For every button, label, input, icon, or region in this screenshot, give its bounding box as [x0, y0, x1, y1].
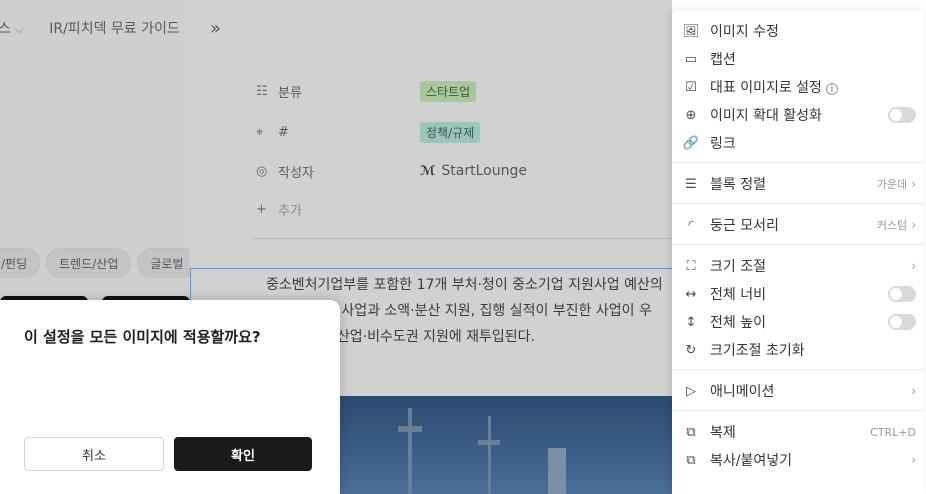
property-tags-value[interactable]: 정책/규제	[420, 120, 481, 144]
menu-item-rounded-corners[interactable]: ◜ 둥근 모서리 커스텀 ›	[672, 212, 924, 238]
nav-item-ir-guide[interactable]: IR/피치덱 무료 가이드	[49, 18, 180, 38]
image-block[interactable]	[338, 396, 672, 494]
dialog-title: 이 설정을 모든 이미지에 적용할까요?	[24, 328, 261, 346]
menu-item-copy-paste[interactable]: ⧉ 복사/붙여넣기 ›	[672, 447, 924, 473]
menu-divider	[672, 410, 924, 411]
reset-icon: ↻	[685, 342, 697, 358]
add-property-button[interactable]: + 추가	[256, 197, 302, 221]
chevron-right-icon: ›	[911, 453, 916, 467]
play-icon: ▷	[686, 383, 696, 399]
menu-item-duplicate[interactable]: ⧉ 복제 CTRL+D	[672, 419, 924, 445]
nav-item-services[interactable]: 스 ⌵	[0, 18, 23, 38]
tab-funding[interactable]: /펀딩	[0, 248, 41, 278]
rounded-corner-icon: ◜	[688, 217, 694, 233]
person-icon: ◎	[256, 163, 268, 179]
menu-item-align[interactable]: ☰ 블록 정렬 가운데 ›	[672, 171, 924, 197]
apply-all-dialog: 이 설정을 모든 이미지에 적용할까요? 취소 확인	[0, 300, 340, 494]
info-icon: i	[825, 82, 838, 95]
plus-icon: +	[256, 201, 267, 217]
menu-divider	[672, 369, 924, 370]
policy-tag: 정책/규제	[420, 121, 481, 143]
link-icon: 🔗	[682, 135, 700, 151]
author-logo: ℳ	[420, 163, 436, 179]
align-center-icon: ☰	[685, 176, 697, 192]
menu-item-reset-size[interactable]: ↻ 크기조절 초기화	[672, 337, 924, 363]
menu-item-resize[interactable]: ⛶ 크기 조절 ›	[672, 253, 924, 279]
property-author[interactable]: ◎ 작성자	[256, 159, 314, 183]
category-tag: 스타트업	[420, 80, 477, 102]
caption-icon: ▭	[684, 51, 698, 67]
chevron-right-icon: ›	[911, 218, 916, 232]
full-width-icon: ↔	[685, 286, 697, 302]
menu-item-animation[interactable]: ▷ 애니메이션 ›	[672, 378, 924, 404]
copy-icon: ⧉	[686, 452, 696, 468]
full-height-icon: ↕	[685, 314, 697, 330]
menu-divider	[672, 244, 924, 245]
property-author-value[interactable]: ℳ StartLounge	[420, 159, 527, 183]
menu-item-caption[interactable]: ▭ 캡션	[672, 46, 924, 72]
menu-item-full-height[interactable]: ↕ 전체 높이	[672, 309, 924, 335]
image-context-menu: 🖼 이미지 수정 ▭ 캡션 ☑ 대표 이미지로 설정 i ⊕ 이미지 확대 활성화…	[672, 10, 924, 494]
cancel-button[interactable]: 취소	[24, 437, 164, 471]
property-category[interactable]: ☷ 분류	[256, 79, 302, 103]
top-navigation: 스 ⌵ IR/피치덱 무료 가이드	[0, 10, 180, 46]
zoom-in-icon: ⊕	[685, 107, 697, 123]
chevron-right-icon: ›	[911, 259, 916, 273]
property-category-value[interactable]: 스타트업	[420, 79, 477, 103]
full-width-toggle[interactable]	[888, 286, 916, 302]
tab-trend[interactable]: 트렌드/산업	[46, 248, 132, 278]
resize-icon: ⛶	[686, 258, 696, 274]
menu-item-zoom[interactable]: ⊕ 이미지 확대 활성화	[672, 102, 924, 128]
full-height-toggle[interactable]	[888, 314, 916, 330]
property-tags[interactable]: ⌖ #	[256, 120, 289, 144]
menu-divider	[672, 203, 924, 204]
divider	[252, 238, 672, 239]
chevron-right-icon: ›	[911, 177, 916, 191]
image-icon: 🖼	[682, 23, 700, 39]
menu-divider	[672, 162, 924, 163]
confirm-button[interactable]: 확인	[174, 437, 312, 471]
checkbox-icon: ☑	[685, 79, 697, 95]
shortcut-hint: CTRL+D	[870, 425, 916, 439]
author-name: StartLounge	[441, 163, 527, 179]
tab-global[interactable]: 글로벌	[137, 248, 190, 278]
menu-item-set-cover[interactable]: ☑ 대표 이미지로 설정 i	[672, 74, 924, 100]
tag-icon: ⌖	[256, 124, 264, 140]
duplicate-icon: ⧉	[686, 424, 696, 440]
chevron-down-icon: ⌵	[14, 23, 24, 36]
category-tabs: /펀딩 트렌드/산업 글로벌	[0, 248, 190, 278]
menu-item-full-width[interactable]: ↔ 전체 너비	[672, 281, 924, 307]
chevron-right-icon: ›	[911, 384, 916, 398]
menu-item-edit-image[interactable]: 🖼 이미지 수정	[672, 18, 924, 44]
list-icon: ☷	[256, 83, 268, 99]
menu-item-link[interactable]: 🔗 링크	[672, 130, 924, 156]
zoom-toggle[interactable]	[888, 107, 916, 123]
collapse-sidebar-icon[interactable]: »	[210, 18, 221, 39]
